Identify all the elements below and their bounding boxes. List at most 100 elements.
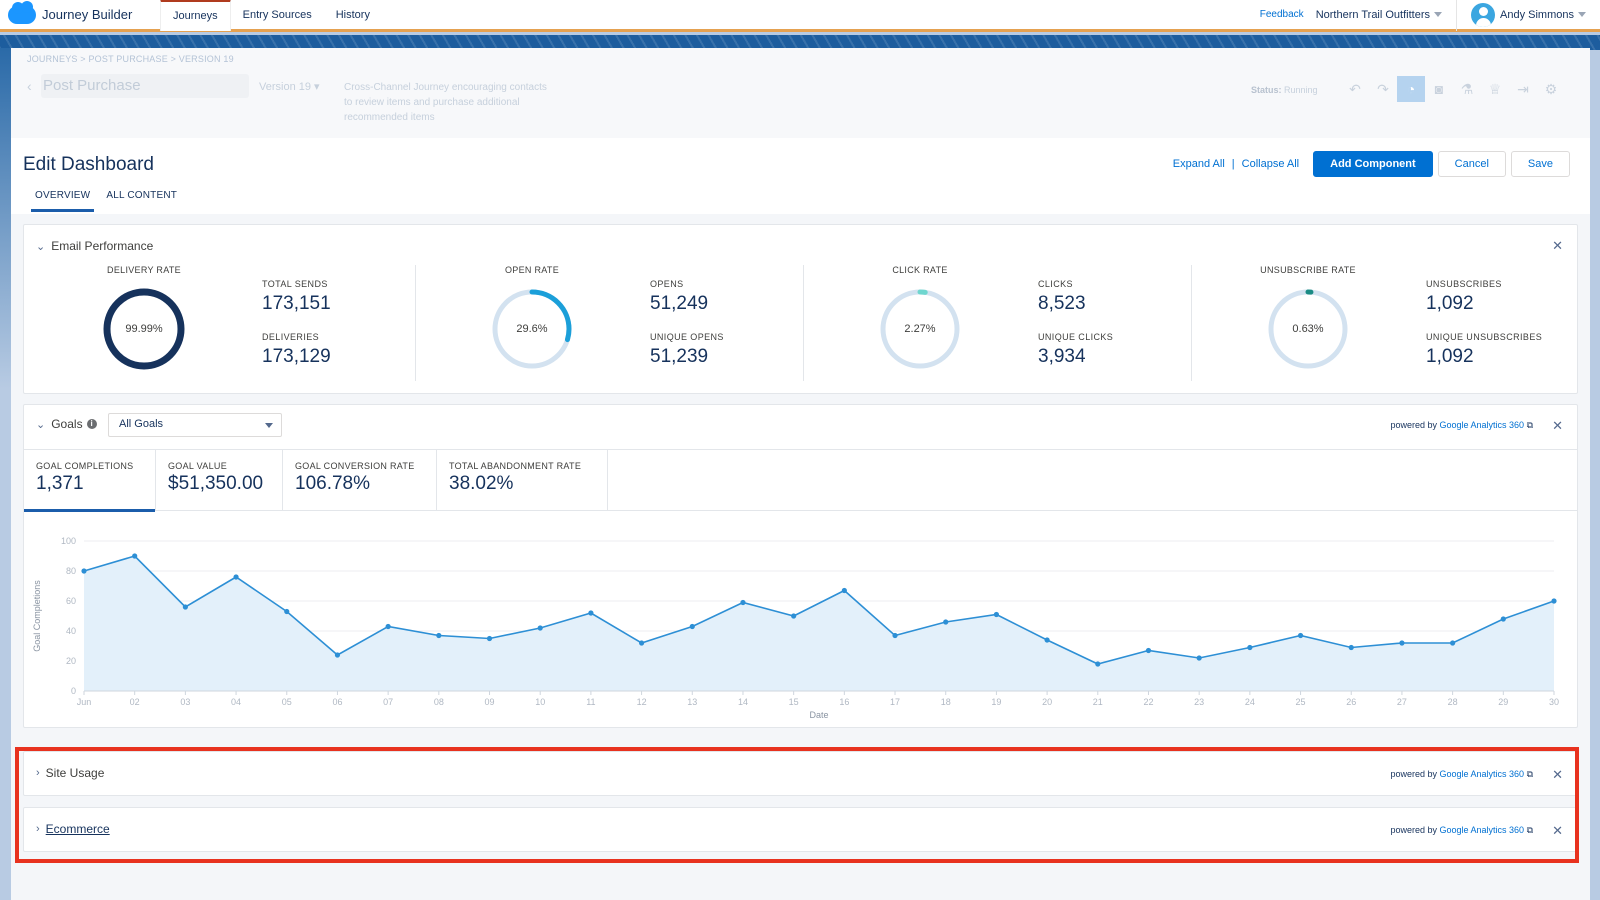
save-button[interactable]: Save — [1510, 151, 1570, 177]
top-nav: Journey Builder Journeys Entry Sources H… — [0, 0, 1600, 32]
x-tick-label: 14 — [738, 697, 748, 707]
expand-all-link[interactable]: Expand All — [1173, 158, 1225, 170]
add-component-button[interactable]: Add Component — [1313, 151, 1433, 177]
tab-overview[interactable]: OVERVIEW — [31, 188, 95, 212]
journey-toolbar: ↶ ↷ ◔ ◙ ⚗ ♕ ⇥ ⚙ — [1341, 76, 1565, 102]
x-tick-label: 22 — [1143, 697, 1153, 707]
app-name: Journey Builder — [42, 7, 133, 22]
caret-down-icon: ▾ — [314, 81, 320, 93]
metric-group: CLICK RATE 2.27% CLICKS 8,523 UNIQUE CLI… — [812, 265, 1192, 385]
kpi-total-abandonment-rate[interactable]: TOTAL ABANDONMENT RATE 38.02% — [437, 450, 608, 511]
cancel-button[interactable]: Cancel — [1437, 151, 1506, 177]
google-analytics-link[interactable]: Google Analytics 360 — [1439, 420, 1524, 430]
x-tick-label: 08 — [434, 697, 444, 707]
stat-value: 51,239 — [650, 346, 709, 367]
x-tick-label: 21 — [1093, 697, 1103, 707]
data-point — [588, 610, 594, 616]
chevron-down-icon[interactable]: ⌄ — [36, 418, 45, 431]
journey-description: Cross-Channel Journey encouraging contac… — [344, 82, 547, 123]
email-performance-header[interactable]: ⌄ Email Performance — [36, 239, 153, 253]
dashboard-tabs: OVERVIEW ALL CONTENT — [31, 188, 189, 212]
y-axis-label: Goal Completions — [32, 580, 42, 652]
undo-icon[interactable]: ↶ — [1341, 76, 1369, 102]
org-switcher[interactable]: Northern Trail Outfitters — [1316, 0, 1458, 31]
kpi-goal-completions[interactable]: GOAL COMPLETIONS 1,371 — [24, 450, 156, 512]
card-title: Goals — [51, 417, 83, 431]
stat-label: DELIVERIES — [262, 332, 320, 342]
goal-trophy-icon[interactable]: ♕ — [1481, 76, 1509, 102]
y-tick-label: 0 — [71, 686, 76, 696]
data-point — [689, 623, 695, 630]
stat-label: UNIQUE UNSUBSCRIBES — [1426, 332, 1543, 342]
link-separator: | — [1231, 158, 1235, 170]
feedback-link[interactable]: Feedback — [1260, 9, 1304, 20]
goal-completions-chart: 0 20 40 60 80 100 Jun 02 03 04 05 06 07 08 09 10 11 12 13 1… — [32, 536, 1559, 720]
data-point — [81, 568, 87, 574]
chevron-down-icon[interactable]: ⌄ — [36, 240, 45, 253]
nav-tab-history[interactable]: History — [324, 0, 382, 31]
salesforce-cloud-icon — [8, 0, 36, 24]
kpi-value: 106.78% — [295, 473, 371, 494]
data-point — [334, 652, 341, 658]
stat-value: 1,092 — [1426, 293, 1474, 314]
goals-select-value: All Goals — [119, 418, 164, 430]
test-icon[interactable]: ⚗ — [1453, 76, 1481, 102]
x-tick-label: 11 — [586, 697, 595, 707]
data-point — [486, 635, 493, 642]
x-tick-label: 29 — [1498, 697, 1508, 707]
caret-down-icon — [265, 423, 273, 428]
journey-name-input[interactable]: Post Purchase — [41, 74, 249, 98]
series-area — [84, 556, 1554, 691]
close-icon[interactable]: ✕ — [1552, 418, 1563, 434]
x-tick-label: 05 — [282, 697, 292, 707]
goal-kpi-tabs: GOAL COMPLETIONS 1,371 GOAL VALUE $51,35… — [24, 449, 1577, 512]
rate-value: 99.99% — [125, 323, 163, 335]
close-icon[interactable]: ✕ — [1552, 238, 1563, 254]
rate-value: 0.63% — [1292, 323, 1324, 335]
rate-label: CLICK RATE — [892, 265, 948, 275]
edit-dashboard-header: Edit Dashboard OVERVIEW ALL CONTENT Expa… — [11, 138, 1590, 214]
powered-prefix: powered by — [1390, 420, 1437, 430]
user-menu[interactable]: Andy Simmons — [1457, 2, 1600, 27]
nav-tab-entry-sources[interactable]: Entry Sources — [231, 0, 324, 31]
tab-all-content[interactable]: ALL CONTENT — [102, 188, 181, 212]
dashboard-icon[interactable]: ◔ — [1397, 76, 1425, 102]
data-point — [1145, 647, 1152, 654]
data-point — [892, 632, 898, 639]
status-value: Running — [1284, 85, 1318, 95]
x-tick-label: 19 — [991, 697, 1001, 707]
external-link-icon[interactable]: ⧉ — [1527, 420, 1533, 430]
x-tick-label: 10 — [535, 697, 545, 707]
version-dropdown[interactable]: Version 19 ▾ — [259, 80, 320, 93]
metric-group: UNSUBSCRIBE RATE 0.63% UNSUBSCRIBES 1,09… — [1200, 265, 1580, 385]
data-point — [1348, 644, 1354, 651]
dashboard-actions: Expand All | Collapse All Add Component … — [1173, 151, 1570, 177]
data-point — [436, 632, 442, 639]
data-point — [182, 604, 188, 610]
back-chevron-icon[interactable]: ‹ — [27, 78, 32, 94]
x-tick-label: 23 — [1194, 697, 1204, 707]
rate-value: 2.27% — [904, 323, 936, 335]
kpi-label: TOTAL ABANDONMENT RATE — [449, 461, 582, 471]
x-tick-label: 25 — [1296, 697, 1306, 707]
breadcrumb[interactable]: JOURNEYS > POST PURCHASE > VERSION 19 — [27, 54, 234, 64]
goals-card: ⌄ Goals i All Goals powered by Google An… — [23, 404, 1578, 728]
data-point — [233, 574, 239, 580]
camera-icon[interactable]: ◙ — [1425, 76, 1453, 102]
redo-icon[interactable]: ↷ — [1369, 76, 1397, 102]
kpi-goal-conversion-rate[interactable]: GOAL CONVERSION RATE 106.78% — [283, 450, 437, 511]
settings-gear-icon[interactable]: ⚙ — [1537, 76, 1565, 102]
exit-icon[interactable]: ⇥ — [1509, 76, 1537, 102]
avatar-icon — [1471, 2, 1496, 27]
metric-group: OPEN RATE 29.6% OPENS 51,249 UNIQUE OPEN… — [424, 265, 804, 385]
data-point — [1095, 661, 1101, 667]
goals-header[interactable]: ⌄ Goals i — [36, 417, 97, 431]
x-tick-label: 12 — [637, 697, 647, 707]
kpi-goal-value[interactable]: GOAL VALUE $51,350.00 — [156, 450, 283, 511]
x-tick-label: 06 — [332, 697, 342, 707]
collapse-all-link[interactable]: Collapse All — [1242, 158, 1299, 170]
goals-select[interactable]: All Goals — [108, 413, 282, 437]
nav-tab-journeys[interactable]: Journeys — [160, 0, 231, 31]
app-logo[interactable]: Journey Builder — [8, 0, 160, 24]
info-icon[interactable]: i — [86, 419, 97, 429]
